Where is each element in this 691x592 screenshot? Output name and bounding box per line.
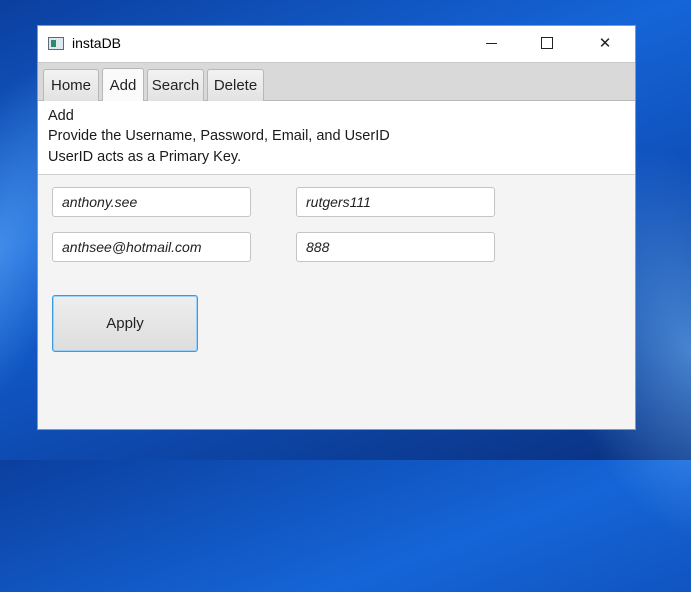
tab-add[interactable]: Add — [102, 68, 144, 102]
tab-home[interactable]: Home — [43, 69, 99, 101]
app-window: instaDB ✕ Home Add Search Delete Add Pro… — [37, 25, 636, 430]
password-field[interactable] — [296, 187, 495, 217]
userid-field[interactable] — [296, 232, 495, 262]
email-field[interactable] — [52, 232, 251, 262]
instructions-text: Provide the Username, Password, Email, a… — [48, 128, 390, 144]
app-icon — [48, 37, 64, 50]
primary-key-note: UserID acts as a Primary Key. — [48, 149, 242, 165]
tab-search[interactable]: Search — [147, 69, 204, 101]
close-button[interactable]: ✕ — [582, 26, 628, 60]
maximize-icon — [541, 37, 553, 49]
tab-bar: Home Add Search Delete — [38, 62, 635, 102]
minimize-icon — [485, 42, 497, 44]
maximize-button[interactable] — [524, 26, 570, 60]
minimize-button[interactable] — [468, 26, 514, 60]
username-field[interactable] — [52, 187, 251, 217]
title-bar[interactable]: instaDB ✕ — [38, 26, 635, 62]
tab-delete[interactable]: Delete — [207, 69, 264, 101]
window-title: instaDB — [72, 35, 122, 51]
section-heading: Add — [48, 108, 74, 124]
description-panel: Add Provide the Username, Password, Emai… — [38, 101, 635, 175]
apply-button[interactable]: Apply — [52, 295, 198, 352]
close-icon: ✕ — [598, 34, 612, 52]
